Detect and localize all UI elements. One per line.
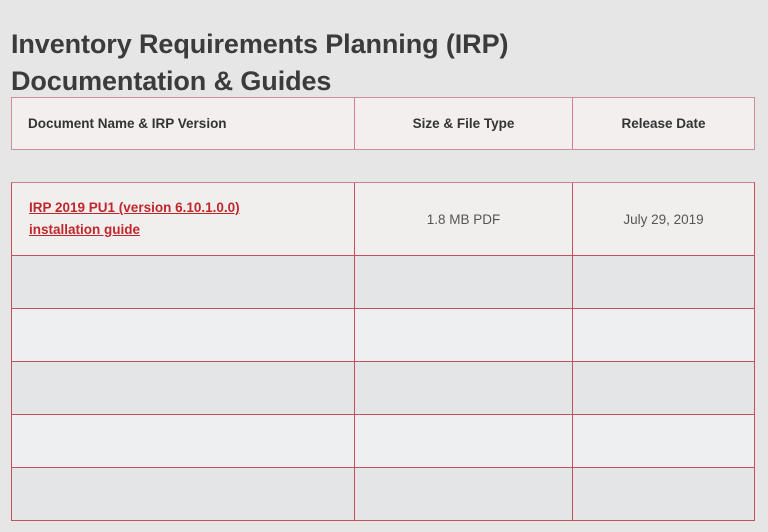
table-row xyxy=(12,414,754,467)
column-header-size-file-type: Size & File Type xyxy=(354,98,572,149)
document-link[interactable]: IRP 2019 PU1 (version 6.10.1.0.0) instal… xyxy=(29,197,279,241)
documentation-page: Inventory Requirements Planning (IRP) Do… xyxy=(0,0,768,532)
table-row xyxy=(12,308,754,361)
cell-size-file-type xyxy=(354,415,572,467)
cell-document-name xyxy=(12,362,354,414)
cell-document-name xyxy=(12,309,354,361)
cell-document-name xyxy=(12,256,354,308)
table-row xyxy=(12,361,754,414)
page-title: Inventory Requirements Planning (IRP) Do… xyxy=(11,29,509,97)
cell-release-date xyxy=(572,362,754,414)
table-row xyxy=(12,255,754,308)
cell-release-date xyxy=(572,468,754,520)
cell-size-file-type xyxy=(354,362,572,414)
cell-release-date: July 29, 2019 xyxy=(572,183,754,255)
cell-release-date xyxy=(572,415,754,467)
cell-size-file-type xyxy=(354,256,572,308)
cell-size-file-type: 1.8 MB PDF xyxy=(354,183,572,255)
table-row xyxy=(12,467,754,520)
cell-release-date xyxy=(572,309,754,361)
documents-table-body: IRP 2019 PU1 (version 6.10.1.0.0) instal… xyxy=(11,182,755,521)
cell-document-name xyxy=(12,468,354,520)
column-header-release-date: Release Date xyxy=(572,98,754,149)
table-row: IRP 2019 PU1 (version 6.10.1.0.0) instal… xyxy=(12,183,754,255)
cell-release-date xyxy=(572,256,754,308)
cell-size-file-type xyxy=(354,309,572,361)
documents-table-header: Document Name & IRP Version Size & File … xyxy=(11,97,755,150)
cell-document-name: IRP 2019 PU1 (version 6.10.1.0.0) instal… xyxy=(12,183,354,255)
cell-size-file-type xyxy=(354,468,572,520)
cell-document-name xyxy=(12,415,354,467)
column-header-document-name: Document Name & IRP Version xyxy=(12,98,354,149)
